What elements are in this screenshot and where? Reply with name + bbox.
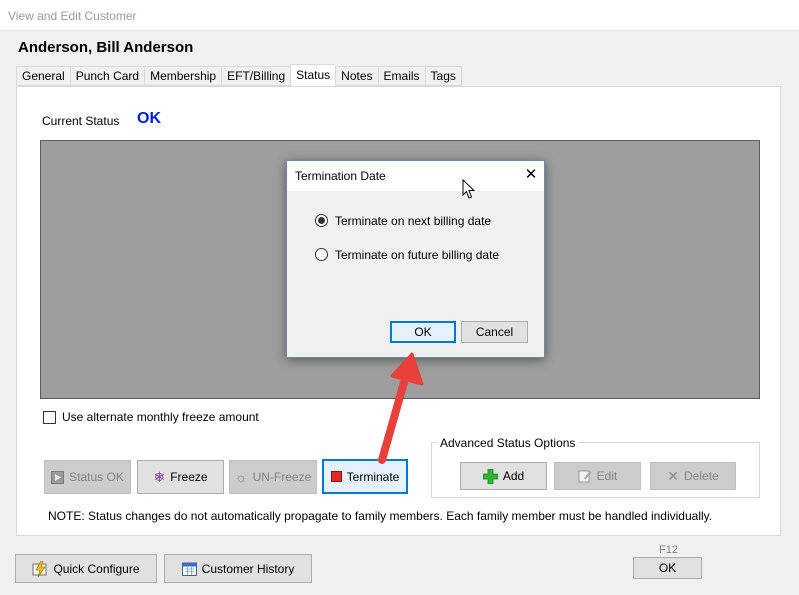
play-icon	[51, 470, 65, 484]
mouse-cursor-icon	[462, 179, 476, 200]
alternate-freeze-label: Use alternate monthly freeze amount	[62, 410, 259, 424]
radio-next-billing-label: Terminate on next billing date	[335, 214, 492, 228]
tab-eft-billing[interactable]: EFT/Billing	[221, 66, 291, 86]
customer-name: Anderson, Bill Anderson	[18, 39, 194, 56]
freeze-button[interactable]: ❄ Freeze	[137, 460, 224, 494]
freeze-label: Freeze	[170, 470, 208, 484]
calendar-icon	[181, 561, 197, 576]
tab-emails[interactable]: Emails	[377, 66, 425, 86]
annotation-arrow-icon	[360, 342, 430, 472]
ok-button[interactable]: OK	[633, 557, 702, 579]
add-button[interactable]: Add	[460, 462, 547, 490]
current-status-value: OK	[137, 110, 161, 127]
snowflake-icon: ❄	[153, 469, 166, 485]
dialog-cancel-button[interactable]: Cancel	[461, 321, 528, 343]
edit-label: Edit	[596, 469, 618, 483]
quick-configure-button[interactable]: Quick Configure	[15, 554, 157, 583]
edit-icon	[578, 469, 592, 483]
tab-membership[interactable]: Membership	[144, 66, 222, 86]
status-ok-button[interactable]: Status OK	[44, 460, 131, 494]
dialog-ok-button[interactable]: OK	[390, 321, 456, 343]
tab-strip: General Punch Card Membership EFT/Billin…	[16, 64, 462, 86]
sun-icon: ☼	[234, 469, 248, 485]
dialog-title: Termination Date	[295, 169, 386, 183]
alternate-freeze-checkbox[interactable]	[43, 411, 56, 424]
add-label: Add	[502, 469, 525, 483]
delete-button[interactable]: ✕ Delete	[650, 462, 736, 490]
radio-next-billing[interactable]	[315, 214, 328, 227]
tab-status[interactable]: Status	[290, 64, 336, 86]
customer-history-label: Customer History	[201, 561, 295, 576]
unfreeze-label: UN-Freeze	[252, 470, 312, 484]
tab-general[interactable]: General	[16, 66, 70, 86]
unfreeze-button[interactable]: ☼ UN-Freeze	[229, 460, 317, 494]
tab-tags[interactable]: Tags	[424, 66, 462, 86]
plus-icon	[482, 468, 498, 484]
tab-punch-card[interactable]: Punch Card	[69, 66, 145, 86]
window-title: View and Edit Customer	[8, 9, 137, 23]
delete-label: Delete	[684, 469, 719, 483]
dialog-close-icon[interactable]: ✕	[522, 165, 540, 185]
customer-history-button[interactable]: Customer History	[164, 554, 312, 583]
radio-future-billing[interactable]	[315, 248, 328, 261]
current-status-label: Current Status	[42, 114, 120, 128]
radio-future-billing-label: Terminate on future billing date	[335, 248, 500, 262]
tab-notes[interactable]: Notes	[335, 66, 378, 86]
family-note: NOTE: Status changes do not automaticall…	[48, 509, 713, 523]
quick-configure-label: Quick Configure	[53, 561, 140, 576]
edit-button[interactable]: Edit	[554, 462, 641, 490]
status-ok-label: Status OK	[69, 470, 124, 484]
window-titlebar: View and Edit Customer	[0, 0, 799, 31]
x-icon: ✕	[667, 468, 680, 484]
lightning-icon	[32, 560, 48, 577]
stop-icon	[330, 471, 342, 482]
ok-shortcut-hint: F12	[659, 544, 678, 556]
advanced-status-title: Advanced Status Options	[437, 436, 579, 450]
